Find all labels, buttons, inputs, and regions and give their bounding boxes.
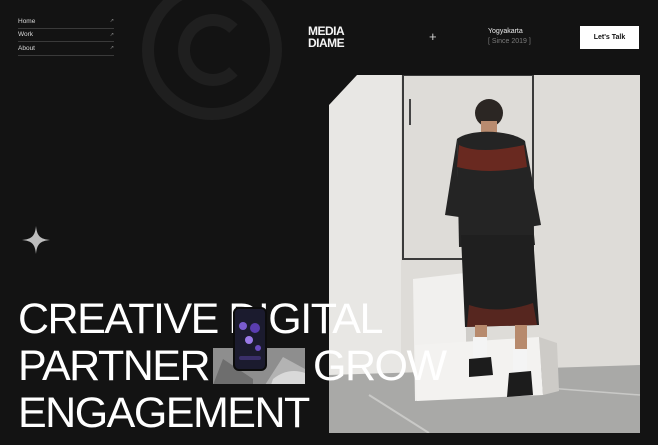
- nav-item-work[interactable]: Work ↗: [18, 29, 114, 42]
- headline-line-2-part-2: GROW: [313, 342, 447, 390]
- phone-image: [233, 307, 267, 371]
- arrow-up-right-icon: ↗: [109, 18, 114, 25]
- location-info: Yogyakarta [ Since 2019 ]: [488, 28, 531, 45]
- copyright-icon: [142, 0, 282, 120]
- logo[interactable]: MEDIA DIAME: [308, 25, 345, 50]
- main-nav: Home ↗ Work ↗ About ↗: [18, 15, 114, 56]
- headline-line-3: ENGAGEMENT: [18, 389, 310, 437]
- plus-icon: +: [429, 29, 437, 44]
- landing-page: Home ↗ Work ↗ About ↗ MEDIA DIAME + Yogy…: [0, 0, 658, 445]
- arrow-up-right-icon: ↗: [109, 31, 114, 38]
- headline-line-2-part-1: PARTNER: [18, 342, 211, 390]
- lets-talk-button[interactable]: Let's Talk: [580, 26, 639, 49]
- nav-item-label: About: [18, 44, 35, 52]
- nav-item-about[interactable]: About ↗: [18, 42, 114, 56]
- sparkle-icon: [22, 226, 50, 254]
- location-city: Yogyakarta: [488, 28, 523, 35]
- logo-line-2: DIAME: [308, 36, 345, 50]
- location-since: [ Since 2019 ]: [488, 38, 531, 45]
- nav-item-label: Home: [18, 17, 36, 25]
- nav-item-home[interactable]: Home ↗: [18, 15, 114, 29]
- nav-item-label: Work: [18, 31, 34, 39]
- arrow-up-right-icon: ↗: [109, 45, 114, 52]
